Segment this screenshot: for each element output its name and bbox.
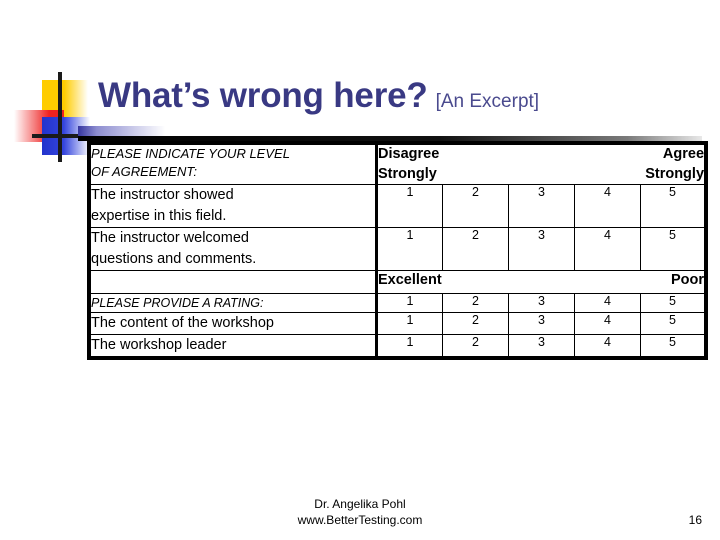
table-row: The content of the workshop 1 2 3 4 5 (90, 312, 706, 336)
anchor-disagree-line2: Strongly (378, 165, 437, 182)
rating-item-1-option-1[interactable]: 1 (376, 334, 443, 358)
logo-vertical-line (58, 72, 62, 162)
rating-item-1-label: The workshop leader (90, 334, 378, 358)
agreement-item-1-line1: The instructor welcomed (91, 230, 249, 247)
anchor-disagree-line1: Disagree (378, 146, 440, 162)
table-row: The workshop leader 1 2 3 4 5 (90, 334, 706, 358)
agreement-item-1-option-3[interactable]: 3 (508, 227, 575, 272)
rating-prompt-option-5[interactable]: 5 (639, 293, 706, 314)
agreement-item-0-line2: expertise in this field. (91, 208, 227, 225)
agreement-item-1-option-2[interactable]: 2 (442, 227, 509, 272)
agreement-item-1-label: The instructor welcomed questions and co… (90, 227, 378, 272)
agreement-prompt-line1: PLEASE INDICATE YOUR LEVEL (91, 146, 290, 161)
slide-title-main: What’s wrong here? (98, 76, 428, 115)
agreement-item-0-option-4[interactable]: 4 (574, 184, 641, 229)
agreement-anchor-cell: Disagree Agree Strongly Strongly (375, 143, 706, 186)
rating-item-0-label: The content of the workshop (90, 312, 378, 336)
rating-prompt-cell: PLEASE PROVIDE A RATING: (90, 293, 378, 314)
rating-item-0-option-3[interactable]: 3 (508, 312, 575, 336)
decorative-logo (14, 72, 102, 162)
anchor-poor: Poor (670, 272, 705, 289)
rating-prompt-option-2[interactable]: 2 (442, 293, 509, 314)
slide-title: What’s wrong here? [An Excerpt] (98, 76, 708, 128)
agreement-prompt-line2: OF AGREEMENT: (91, 164, 197, 180)
table-row-rating-anchor: Excellent Poor (90, 270, 706, 295)
agreement-item-1-option-5[interactable]: 5 (639, 227, 706, 272)
rating-item-0-option-2[interactable]: 2 (442, 312, 509, 336)
agreement-item-0-option-3[interactable]: 3 (508, 184, 575, 229)
agreement-prompt-cell: PLEASE INDICATE YOUR LEVEL OF AGREEMENT: (90, 143, 378, 186)
page-number: 16 (688, 513, 702, 527)
table-row-header: PLEASE INDICATE YOUR LEVEL OF AGREEMENT:… (90, 143, 706, 186)
anchor-excellent: Excellent (378, 272, 442, 289)
anchor-agree-line1: Agree (662, 146, 705, 162)
agreement-item-0-line1: The instructor showed (91, 187, 234, 204)
agreement-item-1-line2: questions and comments. (91, 251, 257, 268)
table-row: The instructor showed expertise in this … (90, 184, 706, 229)
rating-item-0-option-1[interactable]: 1 (376, 312, 443, 336)
agreement-item-1-option-4[interactable]: 4 (574, 227, 641, 272)
table-row: PLEASE PROVIDE A RATING: 1 2 3 4 5 (90, 293, 706, 314)
agreement-item-0-option-1[interactable]: 1 (376, 184, 443, 229)
rating-item-1-option-4[interactable]: 4 (574, 334, 641, 358)
rating-anchor-cell: Excellent Poor (375, 270, 706, 295)
footer-website: www.BetterTesting.com (297, 513, 423, 528)
rating-prompt-option-1[interactable]: 1 (376, 293, 443, 314)
agreement-item-0-label: The instructor showed expertise in this … (90, 184, 378, 229)
slide-footer: Dr. Angelika Pohl www.BetterTesting.com (0, 496, 720, 528)
rating-prompt-label: PLEASE PROVIDE A RATING: (91, 296, 264, 311)
footer-author: Dr. Angelika Pohl (314, 497, 406, 511)
agreement-item-0-option-2[interactable]: 2 (442, 184, 509, 229)
rating-item-1-option-5[interactable]: 5 (639, 334, 706, 358)
rating-item-0-option-4[interactable]: 4 (574, 312, 641, 336)
slide-title-subtitle: [An Excerpt] (435, 91, 540, 112)
table-row: The instructor welcomed questions and co… (90, 227, 706, 272)
rating-item-1-option-2[interactable]: 2 (442, 334, 509, 358)
rating-prompt-option-4[interactable]: 4 (574, 293, 641, 314)
title-rule (78, 136, 702, 141)
anchor-agree-line2: Strongly (645, 165, 705, 182)
evaluation-form-table: PLEASE INDICATE YOUR LEVEL OF AGREEMENT:… (86, 140, 709, 361)
rating-prompt-option-3[interactable]: 3 (508, 293, 575, 314)
rating-item-0-option-5[interactable]: 5 (639, 312, 706, 336)
rating-anchor-empty-cell (90, 270, 378, 295)
agreement-item-1-option-1[interactable]: 1 (376, 227, 443, 272)
agreement-item-0-option-5[interactable]: 5 (639, 184, 706, 229)
rating-item-1-option-3[interactable]: 3 (508, 334, 575, 358)
